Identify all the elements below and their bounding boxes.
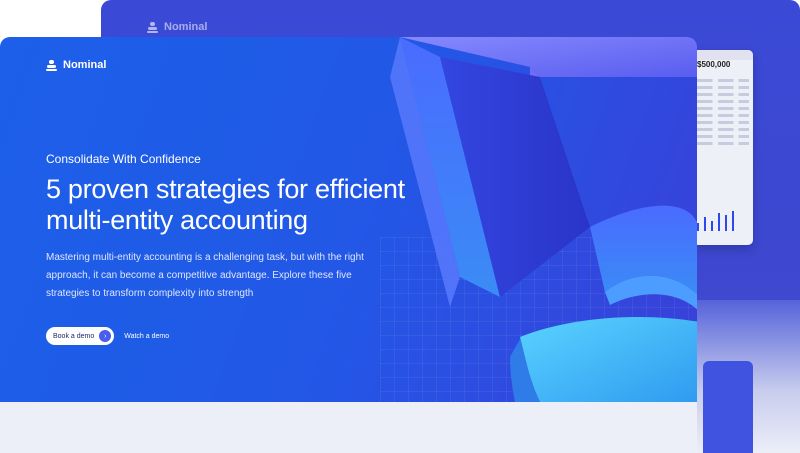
back-card-brand: Nominal: [164, 21, 208, 33]
book-demo-label: Book a demo: [53, 332, 95, 340]
content-section-background: [0, 402, 697, 453]
dashboard-preview-bar-chart: [697, 211, 734, 231]
header-logo[interactable]: Nominal: [46, 59, 106, 71]
nominal-logo-icon: [147, 21, 158, 33]
page-title-line-1: 5 proven strategies for efficient: [46, 174, 405, 204]
page: Nominal $500,000 Nominal Consolidate Wit…: [0, 0, 800, 453]
dashboard-preview-header: [693, 50, 753, 60]
page-title: 5 proven strategies for efficient multi-…: [46, 174, 426, 236]
dashboard-preview-table: [693, 69, 753, 155]
nominal-logo-icon: [46, 59, 57, 71]
dashboard-preview: $500,000: [693, 50, 753, 245]
hero-description: Mastering multi-entity accounting is a c…: [46, 252, 364, 299]
arrow-right-icon: ›: [99, 330, 112, 342]
eyebrow-text: Consolidate With Confidence: [46, 152, 201, 166]
cta-row: Book a demo › Watch a demo: [46, 327, 169, 345]
hero-card: Nominal Consolidate With Confidence 5 pr…: [0, 37, 697, 402]
back-card-logo: Nominal: [147, 21, 207, 33]
page-title-line-2: multi-entity accounting: [46, 205, 308, 235]
brand-name: Nominal: [63, 59, 107, 71]
hero-3d-five-graphic: [390, 37, 697, 402]
dashboard-preview-amount: $500,000: [697, 60, 731, 69]
book-demo-button[interactable]: Book a demo ›: [46, 327, 115, 345]
background-blue-panel: [703, 361, 753, 453]
watch-demo-link[interactable]: Watch a demo: [124, 333, 169, 340]
